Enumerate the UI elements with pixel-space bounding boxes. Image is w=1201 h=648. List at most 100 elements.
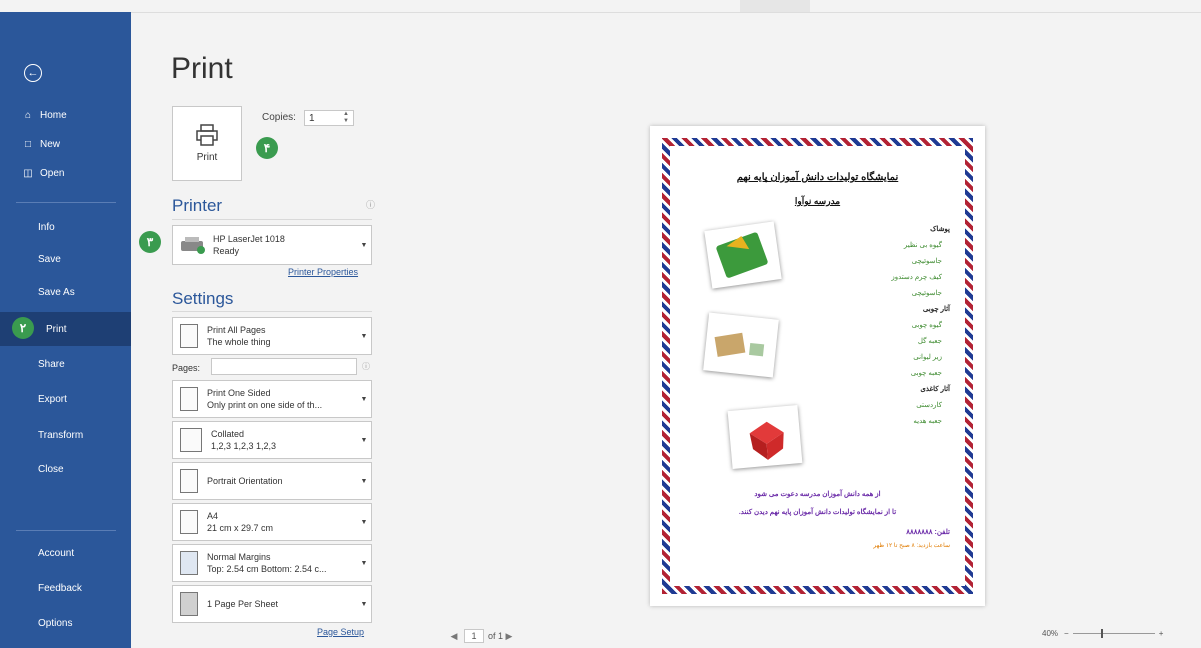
dropdown-line-2: 21 cm x 29.7 cm <box>207 523 274 533</box>
pages-per-sheet-select[interactable]: 1 Page Per Sheet ▼ <box>172 585 372 623</box>
current-page-input[interactable]: 1 <box>464 629 484 643</box>
sidebar-item-home[interactable]: ⌂ Home <box>0 100 131 130</box>
sidebar-item-label: Info <box>38 221 55 233</box>
sidebar-item-share[interactable]: Share <box>0 349 131 379</box>
doc-subtitle: مدرسه نوآوا <box>794 196 841 206</box>
sidebar-item-new[interactable]: □ New <box>0 129 131 159</box>
list-item: آثار چوبی <box>922 306 950 313</box>
list-item: کاردستی <box>916 402 942 409</box>
product-image-wooden-box <box>703 312 779 378</box>
zoom-level[interactable]: 40% <box>1042 629 1058 638</box>
sidebar-item-options[interactable]: Options <box>0 608 131 638</box>
previous-page-icon[interactable]: ◀ <box>448 631 460 642</box>
sidebar-item-label: Save As <box>38 286 75 298</box>
dropdown-line-2: 1,2,3 1,2,3 1,2,3 <box>211 441 277 451</box>
margins-select[interactable]: Normal Margins Top: 2.54 cm Bottom: 2.54… <box>172 544 372 582</box>
dropdown-line-2: Top: 2.54 cm Bottom: 2.54 c... <box>207 564 327 574</box>
sidebar-item-label: Account <box>38 547 75 559</box>
doc-invitation-line-2: تا از نمایشگاه تولیدات دانش آموزان پایه … <box>738 509 897 516</box>
sidebar-item-label: Open <box>40 167 65 179</box>
chevron-down-icon: ▼ <box>360 559 368 567</box>
sidebar-item-label: New <box>40 138 61 150</box>
zoom-slider-thumb[interactable] <box>1100 629 1103 638</box>
page-setup-link[interactable]: Page Setup <box>317 627 364 637</box>
step-badge-3: ۳ <box>139 231 161 253</box>
pages-per-sheet-icon <box>180 592 198 616</box>
print-button-label: Print <box>196 152 218 163</box>
doc-bullet-list: پوشاک گیوه بی نظیر جاسوئیچی کیف چرم دستد… <box>840 222 950 430</box>
zoom-out-icon[interactable]: − <box>1064 629 1069 638</box>
sidebar-item-info[interactable]: Info <box>0 212 131 242</box>
dropdown-line-1: Portrait Orientation <box>207 476 283 486</box>
printer-name: HP LaserJet 1018 <box>213 234 285 244</box>
print-preview-page: نمایشگاه تولیدات دانش آموزان پایه نهم مد… <box>650 126 985 606</box>
print-range-select[interactable]: Print All Pages The whole thing ▼ <box>172 317 372 355</box>
chevron-down-icon: ▼ <box>360 436 368 444</box>
paper-size-select[interactable]: A4 21 cm x 29.7 cm ▼ <box>172 503 372 541</box>
dropdown-line-1: Normal Margins <box>207 552 271 562</box>
sidebar-item-account[interactable]: Account <box>0 538 131 568</box>
list-item: جعبه هدیه <box>913 418 942 425</box>
zoom-in-icon[interactable]: + <box>1159 629 1164 638</box>
sidebar-item-save-as[interactable]: Save As <box>0 277 131 307</box>
print-button[interactable]: Print <box>172 106 242 181</box>
list-item: جاسوئیچی <box>911 290 942 297</box>
list-item: جعبه گل <box>917 338 942 345</box>
collated-icon <box>180 428 202 452</box>
page-count: of 1 <box>488 631 504 641</box>
paper-size-icon <box>180 510 198 534</box>
info-icon[interactable]: ⓘ <box>366 198 375 211</box>
list-item: کیف چرم دستدوز <box>891 274 942 281</box>
page-title: Print <box>171 52 233 85</box>
collation-select[interactable]: Collated 1,2,3 1,2,3 1,2,3 ▼ <box>172 421 372 459</box>
sidebar-item-feedback[interactable]: Feedback <box>0 573 131 603</box>
copies-value: 1 <box>309 112 315 124</box>
chevron-down-icon: ▼ <box>360 395 368 403</box>
doc-title: نمایشگاه تولیدات دانش آموزان پایه نهم <box>736 172 899 183</box>
dropdown-line-1: Collated <box>211 429 245 439</box>
copies-label: Copies: <box>262 112 296 123</box>
sidebar-item-label: Export <box>38 393 67 405</box>
pages-input[interactable] <box>211 358 357 375</box>
sidebar-item-transform[interactable]: Transform <box>0 420 131 450</box>
dropdown-line-1: Print All Pages <box>207 325 266 335</box>
list-item: زیر لیوانی <box>913 354 942 361</box>
next-page-icon[interactable]: ▶ <box>503 631 515 642</box>
orientation-select[interactable]: Portrait Orientation ▼ <box>172 462 372 500</box>
info-icon[interactable]: ⓘ <box>362 361 372 371</box>
spin-arrows-icon[interactable]: ▲ ▼ <box>343 111 351 125</box>
printer-heading: Printer <box>172 196 223 215</box>
dropdown-line-2: The whole thing <box>207 337 271 347</box>
dropdown-line-1: A4 <box>207 511 219 521</box>
sidebar-item-export[interactable]: Export <box>0 384 131 414</box>
back-arrow-icon[interactable]: ← <box>24 64 42 82</box>
folder-open-icon: ◫ <box>23 167 33 179</box>
title-bar-tab <box>740 0 810 12</box>
chevron-down-icon: ▼ <box>360 518 368 526</box>
portrait-icon <box>180 469 198 493</box>
sidebar-item-close[interactable]: Close <box>0 454 131 484</box>
chevron-down-icon: ▼ <box>360 241 368 249</box>
title-bar <box>0 0 1201 13</box>
sidebar-item-label: Options <box>38 617 73 629</box>
settings-heading: Settings <box>172 289 234 308</box>
chevron-down-icon: ▼ <box>360 332 368 340</box>
copies-stepper[interactable]: 1 ▲ ▼ <box>304 110 354 126</box>
zoom-slider[interactable] <box>1072 629 1155 638</box>
printer-select[interactable]: HP LaserJet 1018 Ready ▼ <box>172 225 372 265</box>
home-icon: ⌂ <box>24 109 32 121</box>
sidebar-item-label: Transform <box>38 429 84 441</box>
sidebar-item-save[interactable]: Save <box>0 244 131 274</box>
dropdown-line-2: Only print on one side of th... <box>207 400 323 410</box>
page-navigator: ◀ 1 of 1 ▶ <box>448 629 515 643</box>
sides-select[interactable]: Print One Sided Only print on one side o… <box>172 380 372 418</box>
chevron-down-icon: ▼ <box>360 600 368 608</box>
step-badge-4: ۴ <box>256 137 278 159</box>
sidebar-divider <box>16 202 116 203</box>
chevron-down-icon: ▼ <box>360 477 368 485</box>
dropdown-line-1: 1 Page Per Sheet <box>207 599 279 609</box>
printer-icon <box>195 124 219 146</box>
sidebar-item-label: Close <box>38 463 64 475</box>
printer-properties-link[interactable]: Printer Properties <box>288 267 358 277</box>
sidebar-item-open[interactable]: ◫ Open <box>0 158 131 188</box>
